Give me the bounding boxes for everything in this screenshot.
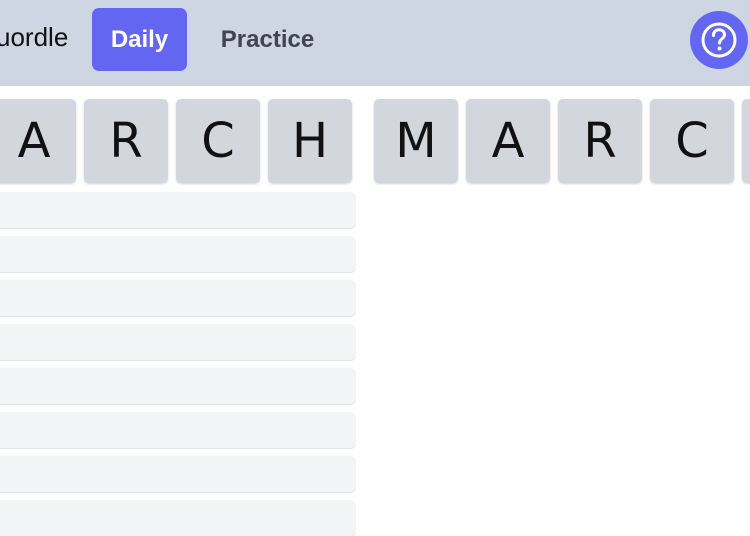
letter-tile: C bbox=[176, 99, 260, 183]
app-title: uordle bbox=[0, 22, 69, 52]
empty-guess-row bbox=[0, 500, 356, 536]
letter-tile: M bbox=[374, 99, 458, 183]
help-button[interactable] bbox=[690, 11, 748, 69]
letter-tile: R bbox=[558, 99, 642, 183]
guess-row: A R C H bbox=[0, 97, 356, 185]
game-board-right: M A R C bbox=[372, 97, 750, 185]
letter-tile: A bbox=[466, 99, 550, 183]
game-board-left: A R C H bbox=[0, 97, 356, 536]
empty-guess-row bbox=[0, 280, 356, 316]
empty-guess-row bbox=[0, 412, 356, 448]
empty-guess-row bbox=[0, 456, 356, 492]
guess-row: M A R C bbox=[372, 97, 750, 185]
question-circle-icon bbox=[701, 22, 737, 58]
empty-guess-row bbox=[0, 236, 356, 272]
empty-guess-row bbox=[0, 192, 356, 228]
letter-tile: R bbox=[84, 99, 168, 183]
letter-tile bbox=[742, 99, 750, 183]
letter-tile: H bbox=[268, 99, 352, 183]
empty-guess-row bbox=[0, 324, 356, 360]
tab-practice[interactable]: Practice bbox=[200, 8, 335, 71]
empty-guess-row bbox=[0, 368, 356, 404]
tab-daily[interactable]: Daily bbox=[92, 8, 187, 71]
top-bar: uordle Daily Practice bbox=[0, 0, 750, 86]
letter-tile: C bbox=[650, 99, 734, 183]
letter-tile: A bbox=[0, 99, 76, 183]
